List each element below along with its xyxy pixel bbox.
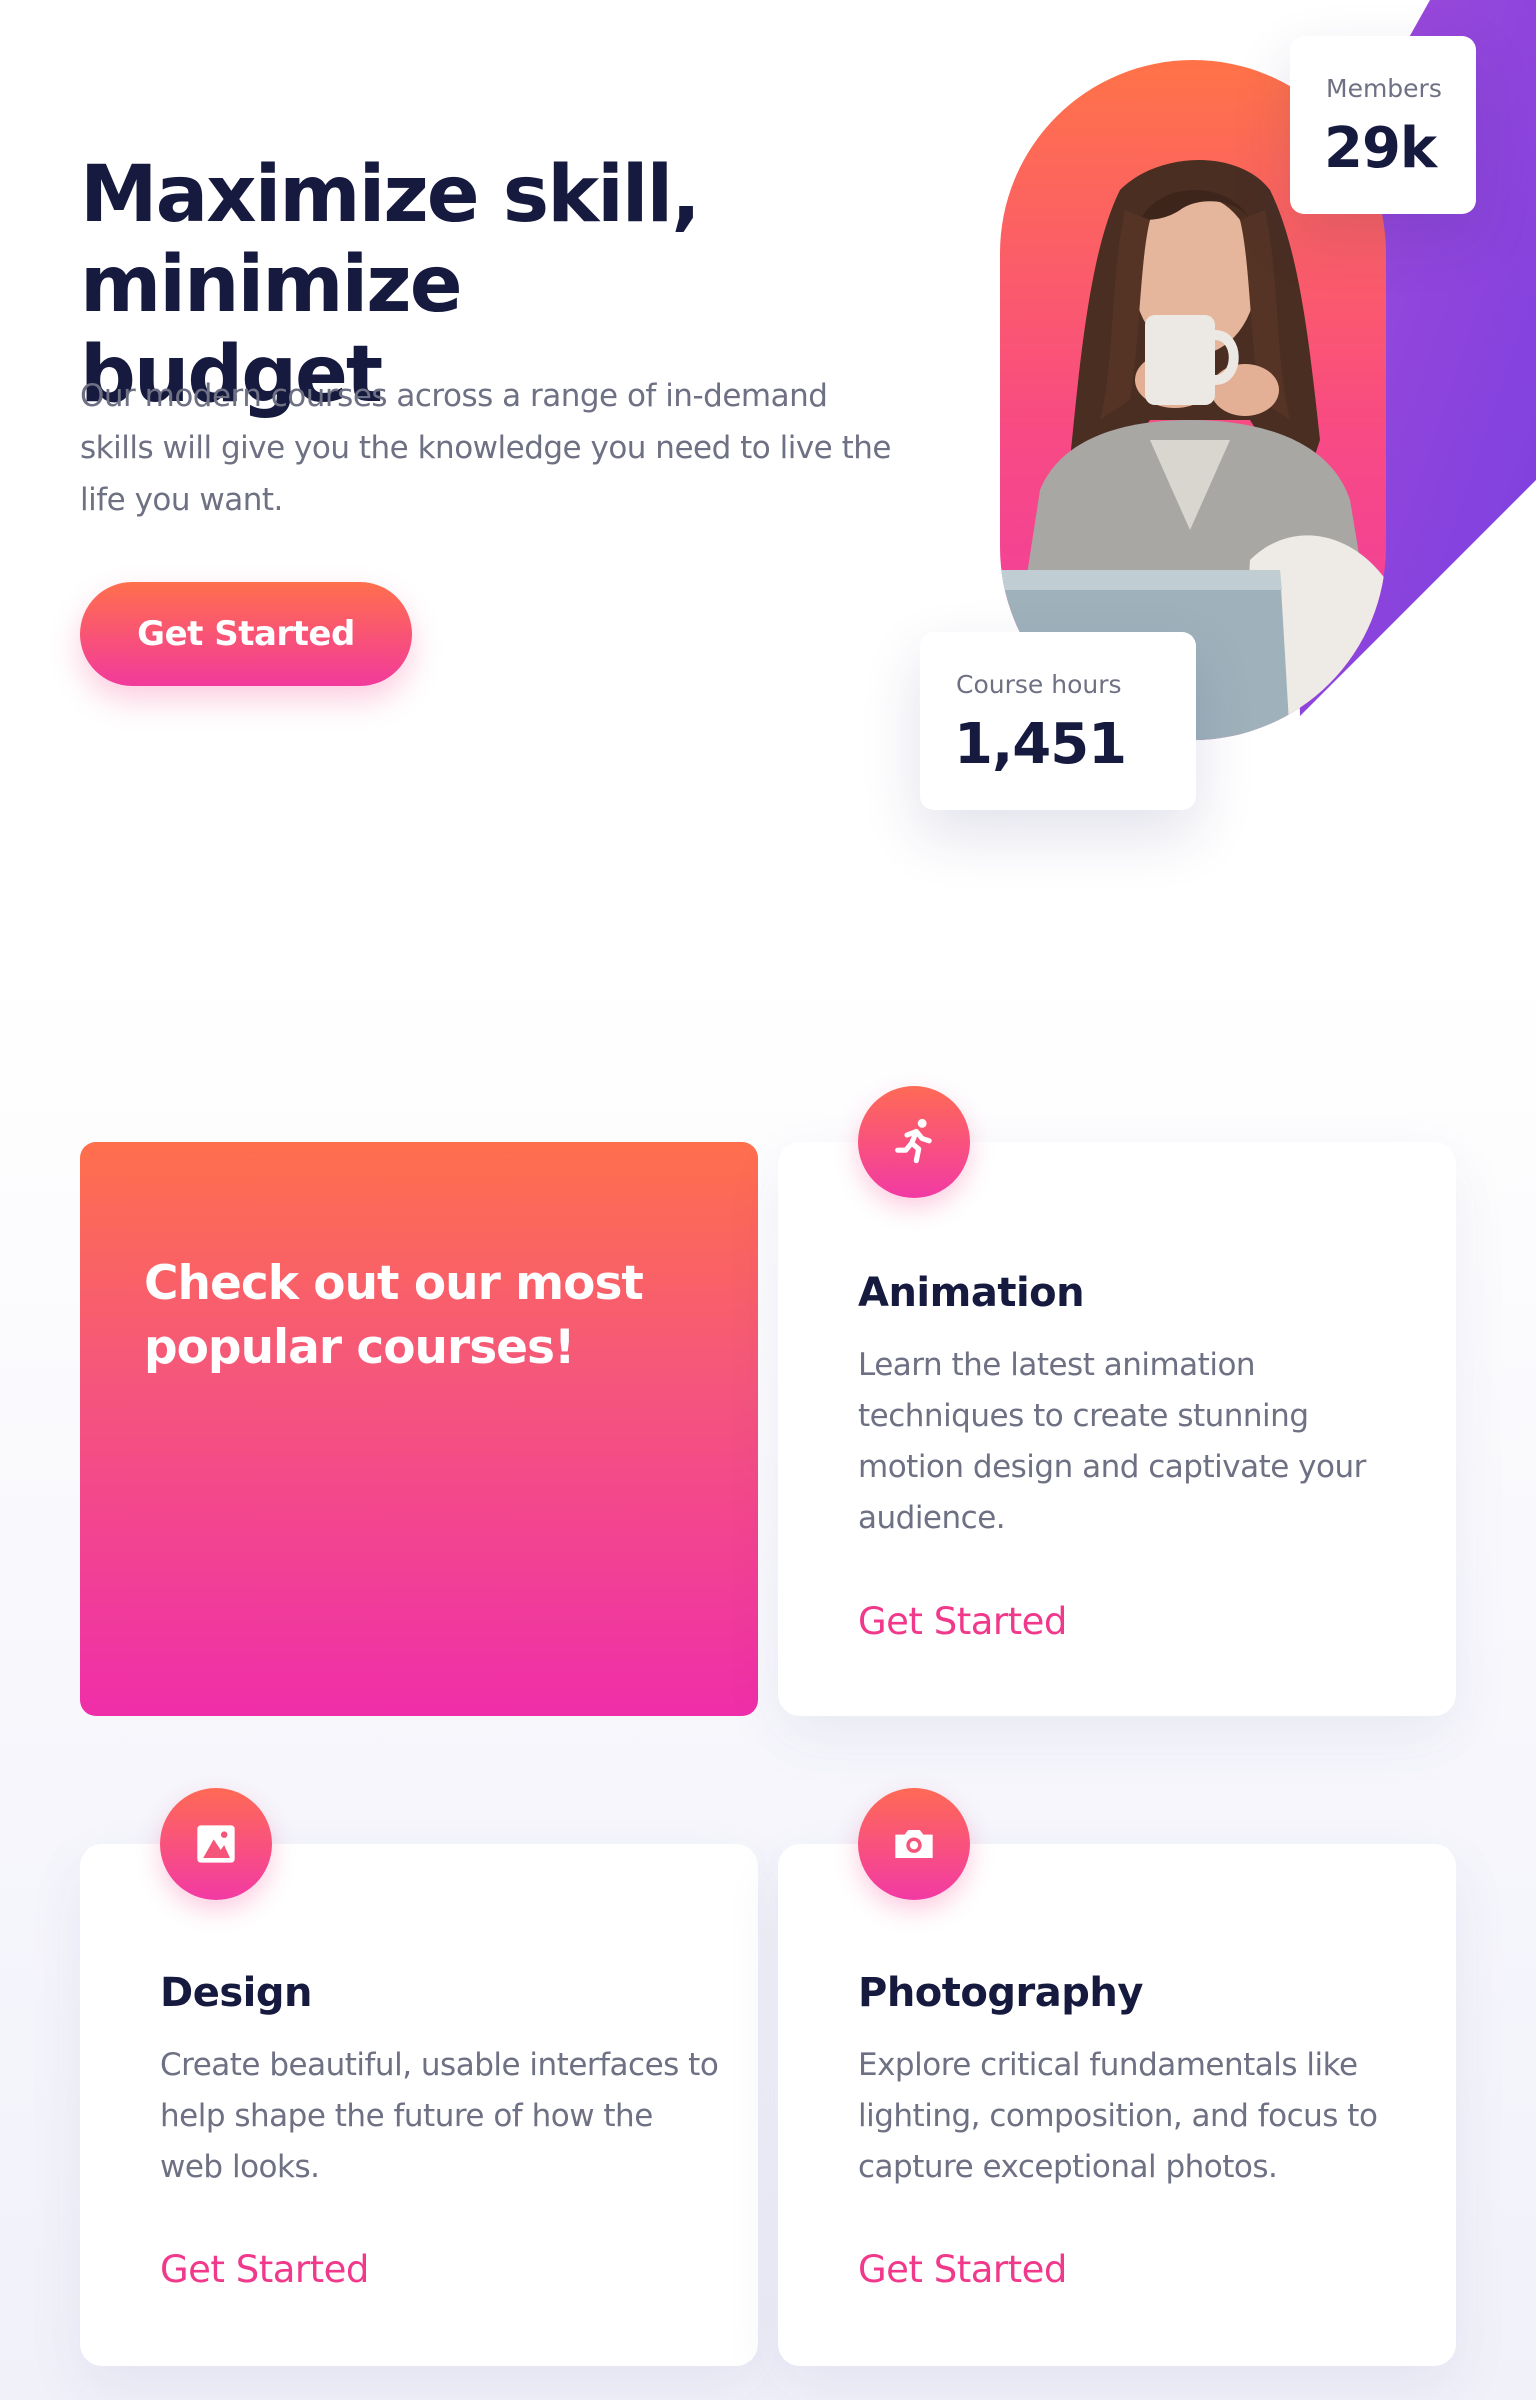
course-hours-label: Course hours: [956, 670, 1122, 699]
animation-get-started-link[interactable]: Get Started: [858, 1600, 1067, 1643]
course-title: Animation: [858, 1270, 1085, 1316]
members-label: Members: [1326, 74, 1442, 103]
course-hours-value: 1,451: [954, 712, 1127, 777]
course-description: Explore critical fundamentals like light…: [858, 2047, 1378, 2185]
camera-icon: [858, 1788, 970, 1900]
design-get-started-link[interactable]: Get Started: [160, 2248, 369, 2291]
course-card-animation: Animation Learn the latest animation tec…: [778, 1086, 1456, 1716]
course-card-design: Design Create beautiful, usable interfac…: [80, 1788, 758, 2366]
hero-title-line-1: Maximize skill,: [80, 150, 701, 240]
course-description: Create beautiful, usable interfaces to h…: [160, 2047, 719, 2185]
course-title: Photography: [858, 1970, 1143, 2016]
get-started-button[interactable]: Get Started: [80, 582, 412, 686]
members-stat-card: Members 29k: [1290, 36, 1476, 214]
members-value: 29k: [1324, 116, 1437, 181]
course-hours-stat-card: Course hours 1,451: [920, 632, 1196, 810]
course-title: Design: [160, 1970, 312, 2016]
popular-courses-heading: Check out our most popular courses!: [144, 1256, 644, 1375]
course-description: Learn the latest animation techniques to…: [858, 1347, 1366, 1536]
image-icon: [160, 1788, 272, 1900]
photography-get-started-link[interactable]: Get Started: [858, 2248, 1067, 2291]
popular-courses-banner: Check out our most popular courses!: [80, 1142, 758, 1716]
running-person-icon: [858, 1086, 970, 1198]
hero-subtitle: Our modern courses across a range of in-…: [80, 378, 891, 518]
course-card-photography: Photography Explore critical fundamental…: [778, 1788, 1456, 2366]
